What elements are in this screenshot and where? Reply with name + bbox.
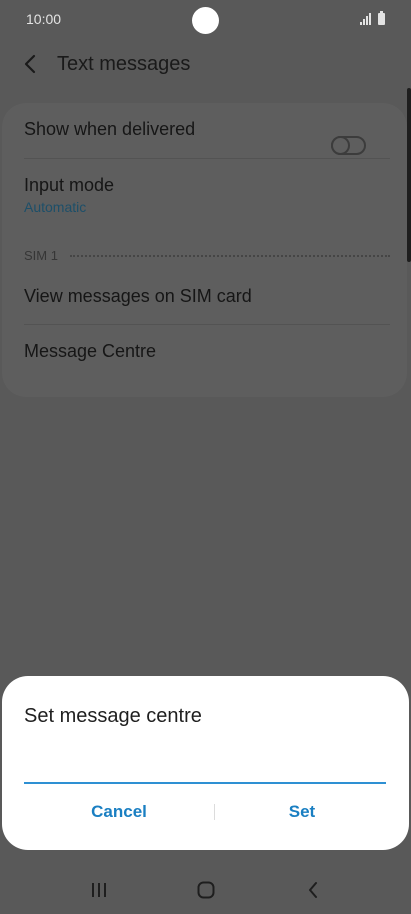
status-bar: 10:00 — [0, 0, 411, 40]
recents-button[interactable] — [85, 876, 113, 904]
divider — [24, 158, 390, 159]
settings-card: Show when delivered Input mode Automatic… — [2, 103, 407, 397]
page-title: Text messages — [57, 53, 191, 75]
view-messages-on-sim-row[interactable]: View messages on SIM card — [24, 286, 390, 326]
divider — [24, 324, 390, 325]
status-icons — [360, 11, 385, 25]
app-bar: Text messages — [0, 44, 411, 84]
chevron-left-icon — [24, 54, 36, 74]
input-mode-row[interactable]: Input mode Automatic — [24, 175, 390, 225]
message-centre-input[interactable] — [24, 752, 386, 784]
show-when-delivered-row[interactable]: Show when delivered — [24, 119, 390, 159]
battery-icon — [378, 11, 385, 25]
view-messages-on-sim-label: View messages on SIM card — [24, 286, 252, 306]
sim-section-label: SIM 1 — [24, 248, 58, 263]
cancel-button[interactable]: Cancel — [24, 794, 214, 830]
camera-cutout — [192, 7, 219, 34]
show-when-delivered-toggle[interactable] — [331, 136, 366, 155]
message-centre-row[interactable]: Message Centre — [24, 341, 390, 381]
status-time: 10:00 — [26, 11, 62, 27]
home-icon — [197, 881, 215, 899]
dialog-title: Set message centre — [24, 705, 202, 727]
nav-back-button[interactable] — [299, 876, 327, 904]
input-mode-label: Input mode — [24, 175, 115, 195]
set-button[interactable]: Set — [207, 794, 397, 830]
back-button[interactable] — [16, 50, 44, 78]
sim-section-header: SIM 1 — [24, 248, 390, 263]
section-divider — [69, 254, 390, 257]
screen: 10:00 Text messages Show when delivered — [0, 0, 411, 914]
toggle-knob — [331, 136, 350, 155]
scrollbar[interactable] — [407, 88, 411, 262]
message-centre-label: Message Centre — [24, 341, 157, 361]
navigation-bar — [0, 862, 411, 914]
home-button[interactable] — [192, 876, 220, 904]
signal-icon — [360, 13, 371, 25]
recents-icon — [92, 883, 106, 897]
set-message-centre-dialog: Set message centre Cancel Set — [2, 676, 409, 850]
back-icon — [309, 882, 317, 898]
input-mode-value: Automatic — [24, 199, 87, 215]
